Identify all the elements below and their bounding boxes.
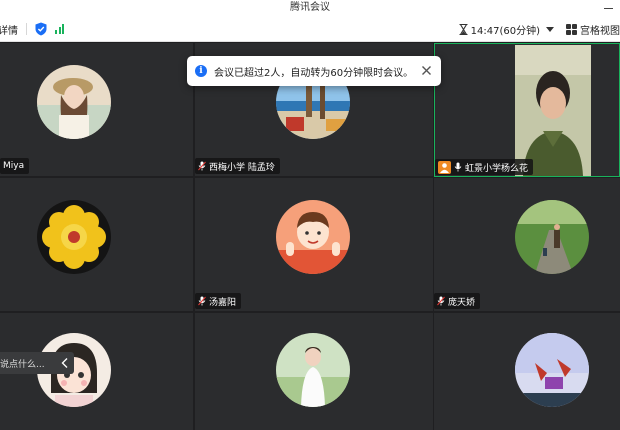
notice-text: 会议已超过2人，自动转为60分钟限时会议。 bbox=[214, 67, 414, 79]
video-tile[interactable]: Miya bbox=[0, 43, 193, 176]
participant-name: 庞天娇 bbox=[448, 297, 476, 308]
video-tile-active-speaker[interactable]: 虹景小学杨么花 bbox=[434, 43, 620, 177]
minimize-button[interactable] bbox=[604, 0, 614, 16]
grid-view-icon[interactable] bbox=[566, 23, 577, 35]
chevron-down-icon[interactable] bbox=[546, 26, 554, 32]
details-button[interactable]: 详情 bbox=[0, 22, 18, 37]
participant-name-tag: 西梅小学 陆孟玲 bbox=[195, 158, 280, 174]
participant-name-tag: Miya bbox=[0, 158, 30, 174]
host-badge-icon bbox=[438, 160, 451, 174]
participant-name-tag: 虹景小学杨么花 bbox=[435, 159, 534, 175]
participant-name: 汤嘉阳 bbox=[209, 297, 237, 308]
mic-muted-icon bbox=[198, 161, 206, 171]
chat-input-preview[interactable]: 说点什么... bbox=[0, 352, 74, 374]
video-tile[interactable]: 庞天娇 bbox=[434, 178, 620, 311]
video-tile[interactable] bbox=[195, 313, 433, 430]
title-bar: 腾讯会议 bbox=[0, 0, 620, 16]
mic-muted-icon bbox=[437, 296, 445, 306]
avatar bbox=[276, 333, 350, 407]
mic-muted-icon bbox=[198, 296, 206, 306]
network-signal-icon[interactable] bbox=[55, 24, 64, 34]
avatar bbox=[515, 200, 589, 274]
view-mode-button[interactable]: 宫格视图 bbox=[580, 22, 620, 37]
video-tile[interactable]: 汤嘉阳 bbox=[195, 178, 433, 311]
participant-name-tag: 庞天娇 bbox=[434, 293, 481, 309]
participant-name: Miya bbox=[3, 161, 25, 171]
participant-name: 虹景小学杨么花 bbox=[465, 163, 529, 174]
video-grid: Miya 西梅小学 陆孟玲 虹景小学杨么花 汤嘉阳 庞天娇 bbox=[0, 43, 620, 430]
video-tile[interactable] bbox=[0, 178, 193, 311]
video-tile[interactable] bbox=[434, 313, 620, 430]
avatar bbox=[515, 333, 589, 407]
chevron-left-icon[interactable] bbox=[60, 357, 70, 369]
meeting-limit-notice: i 会议已超过2人，自动转为60分钟限时会议。 bbox=[187, 56, 441, 86]
close-icon[interactable] bbox=[421, 65, 432, 76]
info-icon: i bbox=[195, 65, 207, 77]
meeting-timer: 14:47(60分钟) bbox=[470, 25, 540, 37]
participant-name: 西梅小学 陆孟玲 bbox=[209, 162, 275, 173]
avatar bbox=[37, 200, 111, 274]
toolbar-divider bbox=[26, 23, 27, 35]
meeting-toolbar: 详情 14:47(60分钟) 宫格视图 bbox=[0, 16, 620, 42]
security-shield-icon[interactable] bbox=[35, 22, 47, 36]
chat-placeholder: 说点什么... bbox=[0, 359, 45, 370]
camera-video-feed bbox=[515, 45, 591, 176]
participant-name-tag: 汤嘉阳 bbox=[195, 293, 242, 309]
avatar bbox=[37, 65, 111, 139]
avatar bbox=[276, 200, 350, 274]
window-title: 腾讯会议 bbox=[290, 2, 330, 13]
mic-icon bbox=[454, 162, 462, 172]
hourglass-icon bbox=[459, 23, 468, 35]
